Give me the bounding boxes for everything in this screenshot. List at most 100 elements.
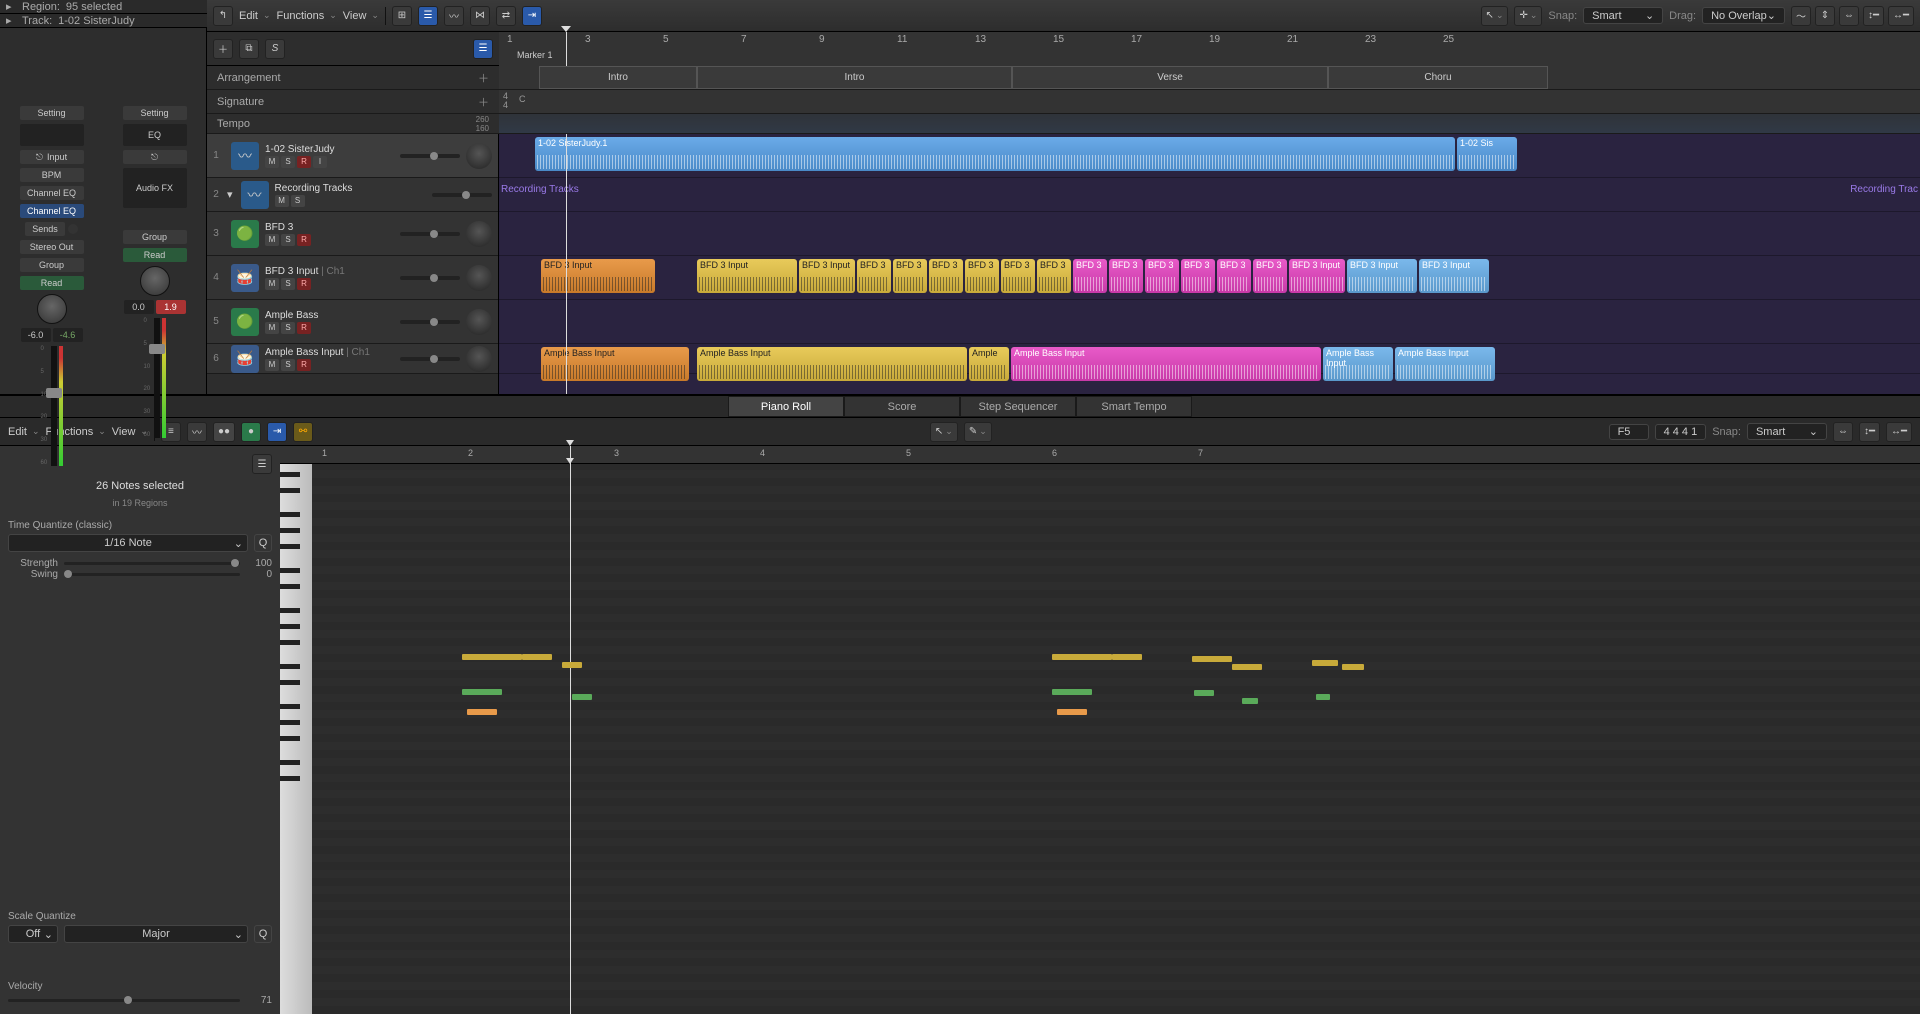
volume-slider[interactable] — [400, 276, 460, 280]
region[interactable]: BFD 3 — [1001, 259, 1035, 293]
strength-value[interactable]: 100 — [246, 558, 272, 569]
input-monitor-button[interactable]: I — [313, 156, 327, 168]
arrangement-section[interactable]: Intro — [539, 66, 697, 89]
midi-note[interactable] — [1316, 694, 1330, 700]
region[interactable]: BFD 3 Input — [1419, 259, 1489, 293]
piano-roll-playhead[interactable] — [570, 464, 571, 1014]
drag-select[interactable]: No Overlap⌄ — [1702, 7, 1785, 24]
track-row[interactable]: 4 🥁 BFD 3 Input | Ch1 MSR — [207, 256, 498, 300]
mute-button[interactable]: M — [265, 322, 279, 334]
arrange-lanes[interactable]: 1-02 SisterJudy.11-02 SisRecording Track… — [499, 134, 1920, 394]
key-sig[interactable]: C — [519, 95, 526, 104]
mute-button[interactable]: M — [265, 359, 279, 371]
track-row[interactable]: 1 〰 1-02 SisterJudy MSRI — [207, 134, 498, 178]
duplicate-track-button[interactable]: ⧉ — [239, 39, 259, 59]
automation-mode[interactable]: Read — [20, 276, 84, 290]
record-button[interactable]: R — [297, 322, 311, 334]
eq-thumbnail[interactable] — [20, 124, 84, 146]
track-row[interactable]: 3 🟢 BFD 3 MSR — [207, 212, 498, 256]
swing-slider[interactable] — [64, 573, 240, 576]
waveform-icon[interactable]: 〰 — [444, 6, 464, 26]
view-mode-icon[interactable]: ☰ — [252, 454, 272, 474]
velocity-value[interactable]: 71 — [246, 995, 272, 1006]
midi-note[interactable] — [1052, 654, 1112, 660]
midi-in-icon[interactable]: ●● — [213, 422, 235, 442]
vzoom-slider[interactable]: ↕━ — [1863, 6, 1884, 26]
time-sig[interactable]: 44 — [503, 92, 508, 110]
hzoom-slider[interactable]: ↔━ — [1886, 422, 1912, 442]
editor-tab-score[interactable]: Score — [844, 396, 960, 417]
piano-roll-grid[interactable] — [312, 464, 1920, 1014]
region[interactable]: BFD 3 — [1073, 259, 1107, 293]
midi-note[interactable] — [572, 694, 592, 700]
track-row[interactable]: 6 🥁 Ample Bass Input | Ch1 MSR — [207, 344, 498, 374]
hzoom-icon[interactable]: ⇔ — [1839, 6, 1859, 26]
region[interactable]: Ample Bass Input — [1011, 347, 1321, 381]
vzoom-icon[interactable]: ⇕ — [1815, 6, 1835, 26]
midi-note[interactable] — [522, 654, 552, 660]
piano-keyboard[interactable] — [280, 464, 312, 1014]
midi-note[interactable] — [1057, 709, 1087, 715]
region[interactable]: BFD 3 — [1181, 259, 1215, 293]
view-menu[interactable]: View — [343, 10, 379, 22]
midi-note[interactable] — [462, 654, 522, 660]
mute-button[interactable]: M — [265, 156, 279, 168]
volume-slider[interactable] — [400, 154, 460, 158]
region[interactable]: BFD 3 Input — [799, 259, 855, 293]
solo-safe-button[interactable]: S — [265, 39, 285, 59]
gain-value[interactable]: -6.0 — [21, 328, 51, 342]
region[interactable]: Ample Bass Input — [1395, 347, 1495, 381]
midi-note[interactable] — [1342, 664, 1364, 670]
region[interactable]: BFD 3 — [1037, 259, 1071, 293]
track-icon[interactable]: 〰 — [231, 142, 259, 170]
track-name[interactable]: Ample Bass Input | Ch1 — [265, 347, 394, 358]
volume-fader[interactable] — [51, 346, 57, 466]
volume-slider[interactable] — [400, 320, 460, 324]
midi-note[interactable] — [1194, 690, 1214, 696]
region[interactable]: BFD 3 — [1253, 259, 1287, 293]
pan-knob[interactable] — [466, 265, 492, 291]
back-button[interactable]: ↰ — [213, 6, 233, 26]
hzoom-slider[interactable]: ↔━ — [1888, 6, 1914, 26]
scale-type-select[interactable]: Major — [64, 925, 248, 943]
folder-toggle-icon[interactable]: ▾ — [227, 188, 233, 201]
link-slot[interactable]: ⎋ — [123, 150, 187, 164]
midi-note[interactable] — [462, 689, 502, 695]
region[interactable]: 1-02 Sis — [1457, 137, 1517, 171]
peak-value-clip[interactable]: 1.9 — [156, 300, 186, 314]
pan-knob[interactable] — [466, 143, 492, 169]
list-view-icon[interactable]: ☰ — [418, 6, 438, 26]
editor-tab-piano-roll[interactable]: Piano Roll — [728, 396, 844, 417]
strength-slider[interactable] — [64, 562, 240, 565]
group-slot[interactable]: Group — [123, 230, 187, 244]
midi-note[interactable] — [1242, 698, 1258, 704]
snap-select[interactable]: Smart⌄ — [1583, 7, 1663, 24]
midi-note[interactable] — [1312, 660, 1338, 666]
volume-slider[interactable] — [400, 232, 460, 236]
region[interactable]: BFD 3 — [965, 259, 999, 293]
track-name[interactable]: 1-02 SisterJudy — [265, 144, 394, 155]
send-knob[interactable] — [68, 224, 78, 234]
solo-button[interactable]: S — [281, 234, 295, 246]
region[interactable]: Ample Bass Input — [1323, 347, 1393, 381]
arrange-lane[interactable] — [499, 300, 1920, 344]
track-header[interactable]: ▸ Track: 1-02 SisterJudy — [0, 14, 207, 28]
snap-select[interactable]: Smart⌄ — [1747, 423, 1827, 440]
midi-note[interactable] — [1192, 656, 1232, 662]
waveform-zoom-icon[interactable]: 〜 — [1791, 6, 1811, 26]
signature-track[interactable]: 44 C — [499, 90, 1920, 113]
record-button[interactable]: R — [297, 234, 311, 246]
midi-out-icon[interactable]: ● — [241, 422, 261, 442]
solo-button[interactable]: S — [291, 195, 305, 207]
region[interactable]: 1-02 SisterJudy.1 — [535, 137, 1455, 171]
region[interactable]: BFD 3 — [1145, 259, 1179, 293]
midi-note[interactable] — [467, 709, 497, 715]
pitch-display[interactable]: F5 — [1609, 424, 1649, 440]
marquee-tool[interactable]: ✛ — [1514, 6, 1542, 26]
track-row[interactable]: 2 ▾ 〰 Recording Tracks MS — [207, 178, 498, 212]
track-icon[interactable]: 🟢 — [231, 308, 259, 336]
region[interactable]: BFD 3 — [1217, 259, 1251, 293]
region[interactable]: BFD 3 — [1109, 259, 1143, 293]
scale-enable-select[interactable]: Off — [8, 925, 58, 943]
flex-icon[interactable]: ⇄ — [496, 6, 516, 26]
